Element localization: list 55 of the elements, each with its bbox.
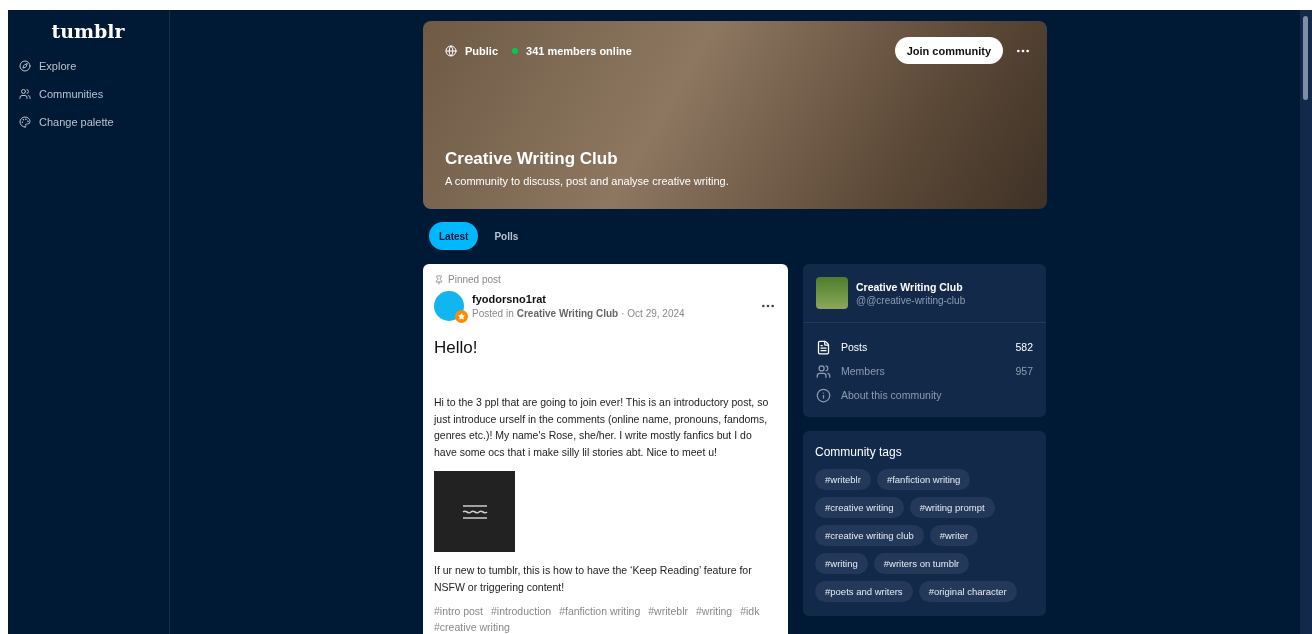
tag-chip[interactable]: #writeblr xyxy=(815,469,871,490)
tag-chip[interactable]: #poets and writers xyxy=(815,581,913,602)
sidebar-item[interactable]: Change palette xyxy=(19,108,169,136)
post-title: Hello! xyxy=(434,338,479,358)
tag-chip[interactable]: #writing xyxy=(815,553,868,574)
post-tag[interactable]: #introduction xyxy=(491,604,552,618)
compass-icon xyxy=(19,60,31,72)
people-icon xyxy=(816,363,831,379)
star-badge-icon xyxy=(455,310,468,323)
author-name[interactable]: fyodorsno1rat xyxy=(472,293,685,305)
online-dot-icon xyxy=(512,47,518,54)
about-link[interactable]: About this community xyxy=(803,383,1046,407)
scroll-thumb[interactable] xyxy=(1303,16,1308,100)
pinned-label: Pinned post xyxy=(448,274,501,285)
tab[interactable]: Polls xyxy=(484,222,529,250)
pin-icon xyxy=(434,274,444,285)
stat-link[interactable]: Members 957 xyxy=(803,359,1046,383)
scrollbar[interactable] xyxy=(1300,10,1312,634)
sidebar-item[interactable]: Communities xyxy=(19,80,169,108)
community-link[interactable]: Creative Writing Club xyxy=(516,308,619,319)
palette-icon xyxy=(19,116,31,128)
post-tag[interactable]: #writeblr xyxy=(648,604,688,618)
stat-link[interactable]: Posts 582 xyxy=(803,335,1046,359)
people-icon xyxy=(19,88,31,100)
tag-chip[interactable]: #creative writing xyxy=(815,497,904,518)
post-tag[interactable]: #creative writing xyxy=(434,620,510,634)
info-icon xyxy=(816,387,831,403)
community-description: A community to discuss, post and analyse creative writing. xyxy=(445,175,730,187)
sidebar-item[interactable]: Explore xyxy=(19,52,169,80)
tag-chip[interactable]: #writing prompt xyxy=(909,497,995,518)
join-community-button[interactable]: Join community xyxy=(894,37,1003,64)
tags-title: Community tags xyxy=(814,444,903,461)
tag-chip[interactable]: #writer xyxy=(929,525,979,546)
community-name[interactable]: Creative Writing Club xyxy=(856,280,966,293)
tag-chip[interactable]: #original character xyxy=(918,581,1017,602)
post-tag[interactable]: #fanfiction writing xyxy=(559,604,641,618)
post-body: If ur new to tumblr, this is how to have the ‘Keep Reading’ feature for NSFW or triggering content! xyxy=(434,563,753,595)
post-tag[interactable]: #writing xyxy=(695,604,733,618)
post-body: Hi to the 3 ppl that are going to join ever! This is an introductory post, so just introduce urself in the comments (online name, pronouns, fandoms, genres etc.)! My name's Rose, she/her. I write mostly fanfics but I do have some ocs that i make silly lil stories abt. Nice to meet u! xyxy=(434,395,770,460)
wave-lines-icon xyxy=(461,503,488,520)
online-count: 341 members online xyxy=(526,44,632,57)
post-tag[interactable]: #idk xyxy=(740,604,760,618)
tag-chip[interactable]: #creative writing club xyxy=(815,525,924,546)
community-handle: @@creative-writing-club xyxy=(856,294,966,306)
community-title: Creative Writing Club xyxy=(445,149,619,169)
post-tag[interactable]: #intro post xyxy=(434,604,484,618)
tumblr-logo[interactable]: tumblr xyxy=(51,20,125,42)
tag-chip[interactable]: #fanfiction writing xyxy=(876,469,971,490)
tab[interactable]: Latest xyxy=(429,222,479,250)
tag-chip[interactable]: #writers on tumblr xyxy=(873,553,970,574)
document-icon xyxy=(816,339,831,355)
posted-in-label: Posted in xyxy=(472,308,514,319)
globe-icon xyxy=(445,44,457,57)
post-date: · Oct 29, 2024 xyxy=(621,308,685,319)
visibility-label: Public xyxy=(465,44,498,57)
